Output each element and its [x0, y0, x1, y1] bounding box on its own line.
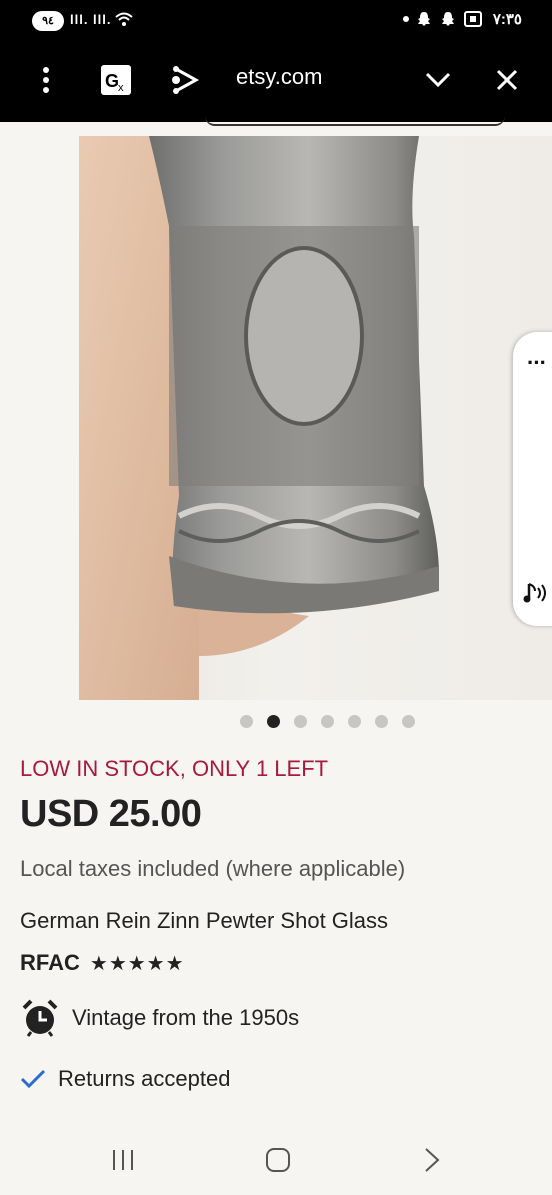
- system-navigation-bar: [0, 1128, 552, 1195]
- alarm-clock-icon: [22, 999, 58, 1037]
- signal-strength-icon: lll. lll.: [70, 12, 112, 27]
- carousel-dot[interactable]: [402, 715, 415, 728]
- share-icon[interactable]: [166, 60, 202, 100]
- url-bar[interactable]: etsy.com: [236, 64, 322, 90]
- shop-name[interactable]: RFAC: [20, 950, 80, 976]
- returns-text: Returns accepted: [58, 1066, 231, 1091]
- carousel-dot[interactable]: [321, 715, 334, 728]
- price: USD 25.00: [20, 793, 202, 835]
- carousel-dot[interactable]: [294, 715, 307, 728]
- carousel-dot-active[interactable]: [267, 715, 280, 728]
- back-icon[interactable]: [420, 1146, 444, 1174]
- floating-side-panel[interactable]: ···: [513, 332, 552, 626]
- header-curve: [205, 116, 505, 126]
- stock-notice: LOW IN STOCK, ONLY 1 LEFT: [20, 756, 329, 781]
- translate-icon[interactable]: Gx: [96, 60, 136, 100]
- listing-title: German Rein Zinn Pewter Shot Glass: [20, 908, 389, 933]
- vintage-text: Vintage from the 1950s: [72, 1005, 300, 1030]
- status-bar: ٩٤ lll. lll. ٧:٣٥: [0, 0, 552, 42]
- returns-row: Returns accepted: [20, 1066, 230, 1092]
- product-image[interactable]: [79, 136, 552, 700]
- wifi-icon: [115, 12, 133, 26]
- snapchat-icon-2: [441, 12, 454, 26]
- recents-icon[interactable]: [110, 1146, 136, 1174]
- carousel-dot[interactable]: [375, 715, 388, 728]
- notification-dot-icon: [402, 16, 409, 22]
- pewter-shot-glass-image: [79, 136, 439, 700]
- checkmark-icon: [20, 1069, 46, 1089]
- close-icon[interactable]: [490, 60, 524, 100]
- chevron-down-icon[interactable]: [420, 60, 456, 100]
- shop-row[interactable]: RFAC ★★★★★: [20, 950, 185, 976]
- music-note-icon[interactable]: [523, 580, 549, 606]
- taxes-note: Local taxes included (where applicable): [20, 856, 406, 881]
- vintage-row: Vintage from the 1950s: [20, 998, 299, 1038]
- clock: ٧:٣٥: [492, 11, 522, 28]
- carousel-dot[interactable]: [348, 715, 361, 728]
- svg-text:x: x: [118, 82, 124, 94]
- svg-text:G: G: [105, 71, 119, 91]
- browser-toolbar: Gx etsy.com: [0, 42, 552, 122]
- battery-indicator: ٩٤: [32, 11, 64, 31]
- more-dots-icon[interactable]: ···: [527, 350, 547, 376]
- page-top-edge: [0, 122, 552, 136]
- rating-stars[interactable]: ★★★★★: [90, 951, 185, 976]
- image-carousel-dots: [240, 715, 415, 728]
- menu-dots-icon[interactable]: [30, 60, 62, 100]
- home-icon[interactable]: [264, 1146, 292, 1174]
- carousel-dot[interactable]: [240, 715, 253, 728]
- snapchat-icon: [417, 12, 430, 26]
- screenshot-icon: [463, 11, 482, 27]
